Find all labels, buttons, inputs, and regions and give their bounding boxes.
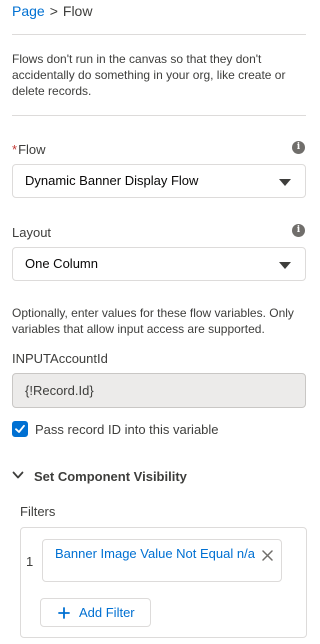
flow-field-label: *Flow [12,142,46,158]
close-icon[interactable] [262,550,273,561]
input-account-label: INPUTAccountId [12,351,108,366]
info-icon[interactable]: i [292,224,305,237]
flow-variables-help-text: Optionally, enter values for these flow … [12,306,294,336]
chevron-down-icon [279,262,291,269]
filters-label: Filters [20,504,56,519]
breadcrumb-separator: > [49,3,58,19]
flow-select[interactable]: Dynamic Banner Display Flow [12,164,306,198]
section-title: Set Component Visibility [34,469,187,484]
breadcrumb: Page > Flow [12,2,92,20]
plus-icon [58,607,70,619]
flow-select-value: Dynamic Banner Display Flow [25,173,199,188]
filters-container: 1 Banner Image Value Not Equal n/a Add F… [20,527,307,638]
divider [12,34,306,35]
breadcrumb-link-page[interactable]: Page [12,3,45,19]
add-filter-button[interactable]: Add Filter [40,598,151,627]
pass-record-id-checkbox[interactable] [12,421,28,437]
check-icon [15,424,25,433]
property-panel: Page > Flow Flows don't run in the canvas … [0,0,314,644]
add-filter-label: Add Filter [79,605,135,620]
divider [12,115,306,116]
filter-pill[interactable]: Banner Image Value Not Equal n/a [42,539,282,582]
layout-select[interactable]: One Column [12,247,306,281]
breadcrumb-current: Flow [62,3,93,19]
canvas-info-text: Flows don't run in the canvas so that th… [12,52,286,98]
layout-field-label: Layout [12,225,52,240]
layout-select-value: One Column [25,256,98,271]
pass-record-id-label: Pass record ID into this variable [35,422,219,437]
info-icon[interactable]: i [292,141,305,154]
filter-index: 1 [26,554,34,569]
input-account-value: {!Record.Id} [25,383,94,398]
required-marker: * [12,142,18,157]
chevron-down-icon [279,179,291,186]
flow-label-text: Flow [18,142,46,157]
input-account-field: {!Record.Id} [12,373,306,408]
filter-pill-text: Banner Image Value Not Equal n/a [55,546,255,561]
chevron-down-icon [12,471,24,479]
